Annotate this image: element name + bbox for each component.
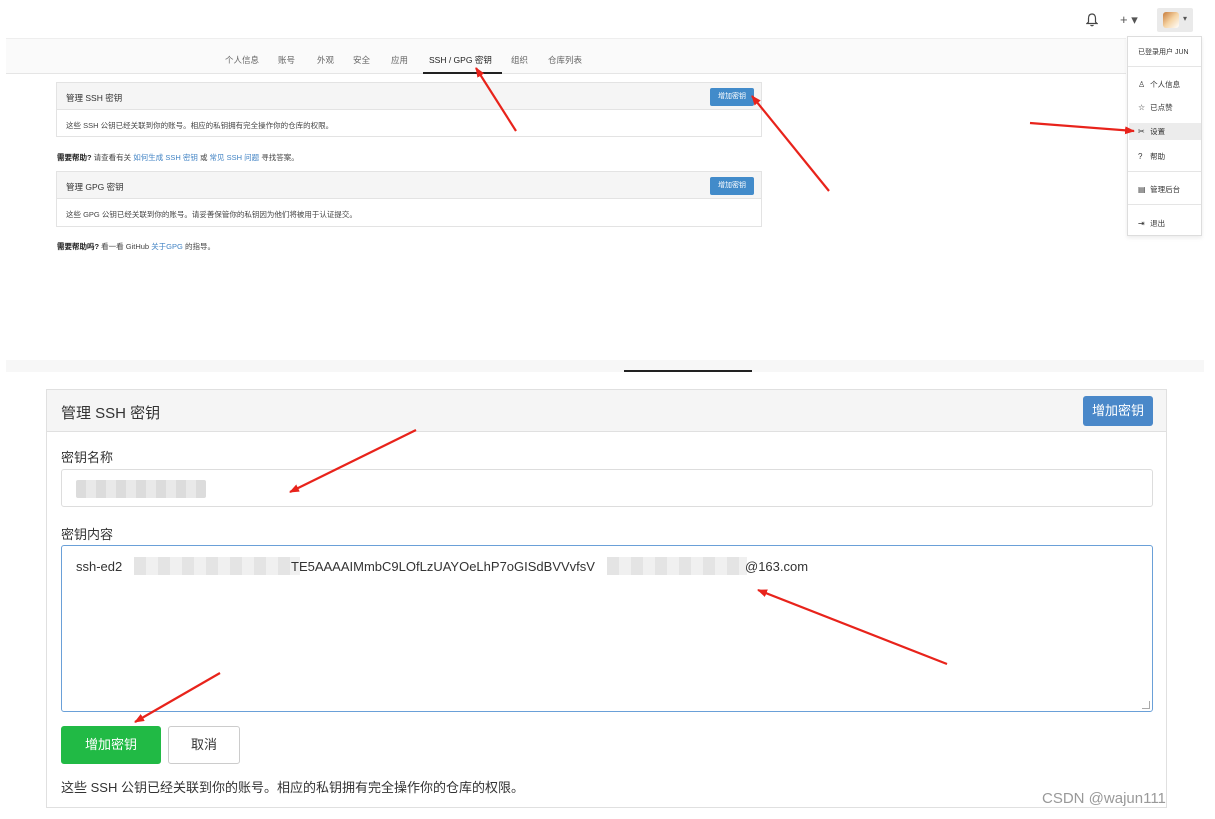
ssh-panel-header: 管理 SSH 密钥 增加密钥 xyxy=(57,83,761,110)
arrow-to-add-key-small xyxy=(751,95,830,192)
key-content-label: 密钥内容 xyxy=(61,527,114,542)
gpg-panel-header: 管理 GPG 密钥 增加密钥 xyxy=(57,172,761,199)
create-menu-button[interactable]: + ▾ xyxy=(1120,12,1138,28)
ssh-help-text: 需要帮助? 请查看有关 如何生成 SSH 密钥 或 常见 SSH 问题 寻找答案… xyxy=(57,152,299,163)
menu-item-profile[interactable]: ♙ 个人信息 xyxy=(1138,79,1198,93)
key-content-text-middle: TE5AAAAIMmbC9LOfLzUAYOeLhP7oGISdBVVvfsV xyxy=(291,559,595,574)
link-about-gpg[interactable]: 关于GPG xyxy=(151,242,183,251)
server-icon: ▤ xyxy=(1138,185,1146,194)
resize-handle[interactable] xyxy=(1142,701,1150,709)
gpg-panel-title: 管理 GPG 密钥 xyxy=(66,182,124,192)
redacted-segment xyxy=(134,557,300,575)
gpg-keys-panel-small: 管理 GPG 密钥 增加密钥 这些 GPG 公钥已经关联到你的账号。请妥善保管你… xyxy=(56,171,762,227)
help-text: 的指导。 xyxy=(182,242,215,251)
tab-profile[interactable]: 个人信息 xyxy=(225,54,259,66)
tab-account[interactable]: 账号 xyxy=(278,54,295,66)
key-content-text-start: ssh-ed2 xyxy=(76,559,123,574)
form-footer-description: 这些 SSH 公钥已经关联到你的账号。相应的私钥拥有完全操作你的仓库的权限。 xyxy=(61,780,524,795)
menu-item-label: 帮助 xyxy=(1150,152,1166,161)
avatar xyxy=(1163,12,1179,28)
menu-item-label: 退出 xyxy=(1150,219,1166,228)
menu-item-label: 设置 xyxy=(1150,127,1166,136)
submit-add-key-button[interactable]: 增加密钥 xyxy=(61,726,161,764)
link-ssh-faq[interactable]: 常见 SSH 问题 xyxy=(210,153,260,162)
tab-organizations[interactable]: 组织 xyxy=(511,54,528,66)
menu-item-signout[interactable]: ⇥ 退出 xyxy=(1138,218,1198,232)
person-icon: ♙ xyxy=(1138,80,1146,89)
add-ssh-key-button-small[interactable]: 增加密钥 xyxy=(710,88,754,106)
section-divider xyxy=(6,360,1204,372)
key-content-text-end: @163.com xyxy=(745,559,809,574)
help-prefix: 需要帮助吗? xyxy=(57,242,100,251)
key-content-textarea[interactable]: ssh-ed2 TE5AAAAIMmbC9LOfLzUAYOeLhP7oGISd… xyxy=(61,545,1153,712)
help-text: 寻找答案。 xyxy=(259,153,299,162)
menu-item-label: 已点赞 xyxy=(1150,103,1173,112)
form-title: 管理 SSH 密钥 xyxy=(61,405,161,422)
help-prefix: 需要帮助? xyxy=(57,153,92,162)
menu-item-label: 管理后台 xyxy=(1150,185,1181,194)
key-name-label: 密钥名称 xyxy=(61,450,114,465)
settings-tabs: 个人信息 账号 外观 安全 应用 SSH / GPG 密钥 组织 仓库列表 xyxy=(6,38,1126,74)
ssh-keys-panel-small: 管理 SSH 密钥 增加密钥 这些 SSH 公钥已经关联到你的账号。相应的私钥拥… xyxy=(56,82,762,137)
add-key-header-button[interactable]: 增加密钥 xyxy=(1083,396,1153,426)
ssh-key-form-panel: 管理 SSH 密钥 增加密钥 密钥名称 密钥内容 ssh-ed2 TE5AAAA… xyxy=(46,389,1167,808)
menu-item-settings[interactable]: ✂ 设置 xyxy=(1129,123,1201,140)
help-text: 看一看 GitHub xyxy=(99,242,152,251)
redacted-segment xyxy=(607,557,747,575)
divider xyxy=(1128,204,1201,205)
menu-item-label: 个人信息 xyxy=(1150,80,1181,89)
tools-icon: ✂ xyxy=(1138,127,1145,136)
signout-icon: ⇥ xyxy=(1138,219,1145,228)
menu-item-starred[interactable]: ☆ 已点赞 xyxy=(1138,102,1198,116)
form-header: 管理 SSH 密钥 增加密钥 xyxy=(47,390,1166,432)
bell-icon[interactable] xyxy=(1086,13,1098,27)
arrow-to-settings xyxy=(1029,121,1135,135)
user-menu-button[interactable]: ▾ xyxy=(1157,8,1193,32)
tab-repositories[interactable]: 仓库列表 xyxy=(548,54,582,66)
ssh-panel-description: 这些 SSH 公钥已经关联到你的账号。相应的私钥拥有完全操作你的仓库的权限。 xyxy=(66,121,334,130)
link-generate-ssh-key[interactable]: 如何生成 SSH 密钥 xyxy=(133,153,198,162)
star-icon: ☆ xyxy=(1138,103,1146,112)
tab-applications[interactable]: 应用 xyxy=(391,54,408,66)
tab-ssh-gpg-keys[interactable]: SSH / GPG 密钥 xyxy=(429,54,492,66)
divider xyxy=(1128,171,1201,172)
user-dropdown-menu: 已登录用户 JUN ♙ 个人信息 ☆ 已点赞 ✂ 设置 ? 帮助 ▤ 管理后台 … xyxy=(1127,36,1202,236)
top-navbar: + ▾ ▾ xyxy=(0,0,1215,38)
cancel-button[interactable]: 取消 xyxy=(168,726,240,764)
menu-item-admin[interactable]: ▤ 管理后台 xyxy=(1138,184,1198,198)
question-icon: ? xyxy=(1138,152,1143,161)
divider xyxy=(1128,66,1201,67)
key-name-input[interactable] xyxy=(61,469,1153,507)
menu-item-help[interactable]: ? 帮助 xyxy=(1138,151,1198,165)
tab-security[interactable]: 安全 xyxy=(353,54,370,66)
gpg-panel-description: 这些 GPG 公钥已经关联到你的账号。请妥善保管你的私钥因为他们将被用于认证提交… xyxy=(66,210,357,219)
redacted-value xyxy=(76,480,206,498)
tab-appearance[interactable]: 外观 xyxy=(317,54,334,66)
gpg-help-text: 需要帮助吗? 看一看 GitHub 关于GPG 的指导。 xyxy=(57,241,215,252)
help-text: 请查看有关 xyxy=(91,153,134,162)
signed-in-as-label: 已登录用户 JUN xyxy=(1138,49,1189,56)
active-tab-indicator xyxy=(423,72,502,74)
chevron-down-icon: ▾ xyxy=(1183,14,1188,23)
watermark: CSDN @wajun111 xyxy=(1042,790,1166,807)
divider-accent xyxy=(624,370,752,372)
help-text: 或 xyxy=(197,153,210,162)
ssh-panel-title: 管理 SSH 密钥 xyxy=(66,93,123,103)
add-gpg-key-button-small[interactable]: 增加密钥 xyxy=(710,177,754,195)
